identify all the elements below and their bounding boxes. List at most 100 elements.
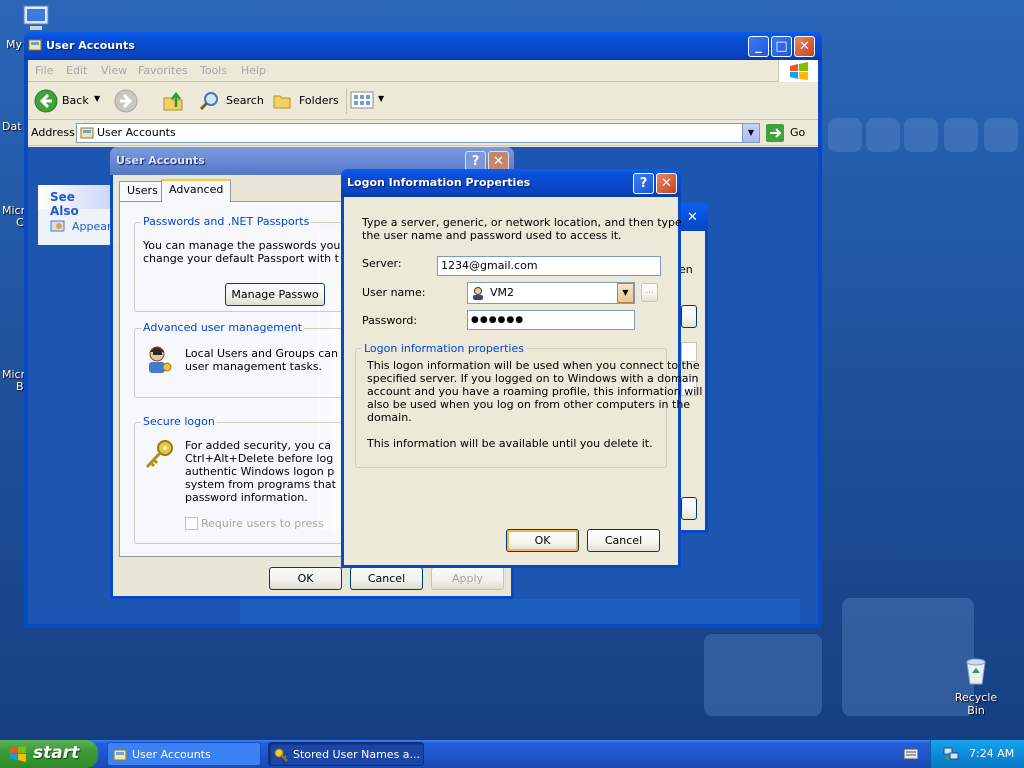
tab-advanced[interactable]: Advanced <box>161 179 232 202</box>
maximize-button[interactable]: □ <box>771 36 792 57</box>
clock[interactable]: 7:24 AM <box>969 740 1014 768</box>
close-button[interactable]: ✕ <box>656 173 677 194</box>
desktop-icon-label[interactable]: Dat <box>2 120 22 133</box>
maximize-icon: □ <box>775 39 788 54</box>
views-button[interactable]: ▼ <box>350 91 386 111</box>
control-panel-icon <box>80 127 94 139</box>
close-button[interactable]: ✕ <box>682 207 703 228</box>
ua-apply-button[interactable]: Apply <box>431 567 504 590</box>
secure-logon-text: For added security, you ca <box>185 439 332 452</box>
ua-dialog-title: User Accounts <box>116 154 205 167</box>
keyboard-icon[interactable] <box>904 748 918 760</box>
desktop-icon-label[interactable]: B <box>16 380 24 393</box>
stored-add-button[interactable] <box>681 305 697 328</box>
up-folder-icon[interactable] <box>162 90 184 112</box>
password-label: Password: <box>362 314 418 327</box>
chevron-down-icon: ▼ <box>94 94 101 103</box>
logon-cancel-button[interactable]: Cancel <box>587 529 660 552</box>
address-input[interactable]: User Accounts ▼ <box>76 123 760 143</box>
ua-ok-button[interactable]: OK <box>269 567 342 590</box>
go-button[interactable]: Go <box>766 124 810 142</box>
desktop-tile <box>904 118 938 152</box>
address-dropdown-button[interactable]: ▼ <box>742 124 759 142</box>
close-button[interactable]: ✕ <box>794 36 815 57</box>
logon-properties-text: This logon information will be used when… <box>367 359 700 372</box>
back-button[interactable]: Back ▼ <box>34 89 106 113</box>
logon-ok-button[interactable]: OK <box>506 529 579 552</box>
windows-logo <box>778 60 818 82</box>
toolbar-separator <box>346 88 347 114</box>
explorer-titlebar[interactable]: User Accounts _ □ ✕ <box>24 32 822 60</box>
folders-button[interactable]: Folders <box>272 90 342 112</box>
search-icon <box>199 92 218 111</box>
require-ctrl-alt-del-checkbox[interactable] <box>185 517 198 530</box>
logon-information-dialog: Logon Information Properties ? ✕ Type a … <box>341 169 702 568</box>
desktop-icon-label[interactable]: C <box>16 216 24 229</box>
menu-view[interactable]: View <box>101 64 127 77</box>
search-button[interactable]: Search <box>198 90 266 112</box>
logon-properties-text: domain. <box>367 411 412 424</box>
close-icon: ✕ <box>493 154 504 169</box>
see-also-panel: See Also Appear <box>38 185 118 245</box>
logon-properties-text: specified server. If you logged on to Wi… <box>367 372 699 385</box>
desktop-tile <box>866 118 900 152</box>
address-value: User Accounts <box>97 126 176 139</box>
recycle-bin-desktop-icon[interactable]: Recycle Bin <box>946 656 1006 717</box>
logon-properties-text: also be used when you log on from other … <box>367 398 691 411</box>
recycle-bin-label: Recycle Bin <box>954 691 998 717</box>
users-groups-icon <box>149 346 172 373</box>
chevron-down-icon: ▼ <box>622 288 629 297</box>
desktop-tile <box>704 634 822 716</box>
windows-flag-icon <box>790 62 808 80</box>
help-icon: ? <box>639 176 648 191</box>
ua-cancel-button[interactable]: Cancel <box>350 567 423 590</box>
advanced-management-text: Local Users and Groups can <box>185 347 338 360</box>
explorer-title: User Accounts <box>46 39 135 52</box>
see-also-title: See Also <box>38 185 118 218</box>
logon-dialog-titlebar[interactable]: Logon Information Properties ? ✕ <box>341 169 681 197</box>
stored-close-button[interactable] <box>681 497 697 520</box>
taskbar-item-stored-user-names[interactable]: Stored User Names a... <box>268 742 424 766</box>
password-input[interactable]: ●●●●●● <box>467 310 635 330</box>
taskbar-item-label: User Accounts <box>132 748 211 761</box>
menu-tools[interactable]: Tools <box>200 64 227 77</box>
key-icon <box>145 440 173 469</box>
go-arrow-icon <box>766 124 784 142</box>
menu-edit[interactable]: Edit <box>66 64 87 77</box>
logon-dialog-title: Logon Information Properties <box>347 176 531 189</box>
desktop-icon-label[interactable]: My <box>6 38 22 51</box>
network-icon[interactable] <box>943 747 959 761</box>
folders-label: Folders <box>299 94 339 107</box>
tab-users[interactable]: Users <box>119 181 166 201</box>
folders-icon <box>273 95 291 109</box>
address-label: Address <box>31 126 75 139</box>
menu-favorites[interactable]: Favorites <box>138 64 188 77</box>
control-panel-icon <box>28 39 42 51</box>
minimize-icon: _ <box>755 39 762 54</box>
logon-properties-title: Logon information properties <box>362 342 526 355</box>
secure-logon-text: password information. <box>185 491 308 504</box>
logon-intro-text: Type a server, generic, or network locat… <box>362 216 682 229</box>
username-dropdown-button[interactable]: ▼ <box>617 283 634 303</box>
manage-passwords-button[interactable]: Manage Passwo <box>225 283 325 306</box>
forward-arrow-icon[interactable] <box>114 89 138 113</box>
taskbar-item-user-accounts[interactable]: User Accounts <box>107 742 261 766</box>
secure-logon-text: system from programs that <box>185 478 336 491</box>
minimize-button[interactable]: _ <box>748 36 769 57</box>
server-label: Server: <box>362 257 402 270</box>
logon-dialog-client: Type a server, generic, or network locat… <box>344 197 702 565</box>
menu-file[interactable]: File <box>35 64 53 77</box>
username-combobox[interactable]: VM2 ▼ <box>467 282 635 304</box>
passports-group-title: Passwords and .NET Passports <box>141 215 312 228</box>
user-icon <box>473 287 483 300</box>
logon-properties-group: Logon information properties This logon … <box>355 342 702 468</box>
browse-button[interactable]: ... <box>641 283 658 302</box>
chevron-down-icon: ▼ <box>378 94 385 103</box>
search-label: Search <box>226 94 264 107</box>
desktop-tile <box>984 118 1018 152</box>
menu-help[interactable]: Help <box>241 64 266 77</box>
start-button[interactable]: start <box>0 740 98 768</box>
help-button[interactable]: ? <box>633 173 654 194</box>
server-input[interactable]: 1234@gmail.com <box>437 256 661 276</box>
desktop-tile <box>944 118 978 152</box>
